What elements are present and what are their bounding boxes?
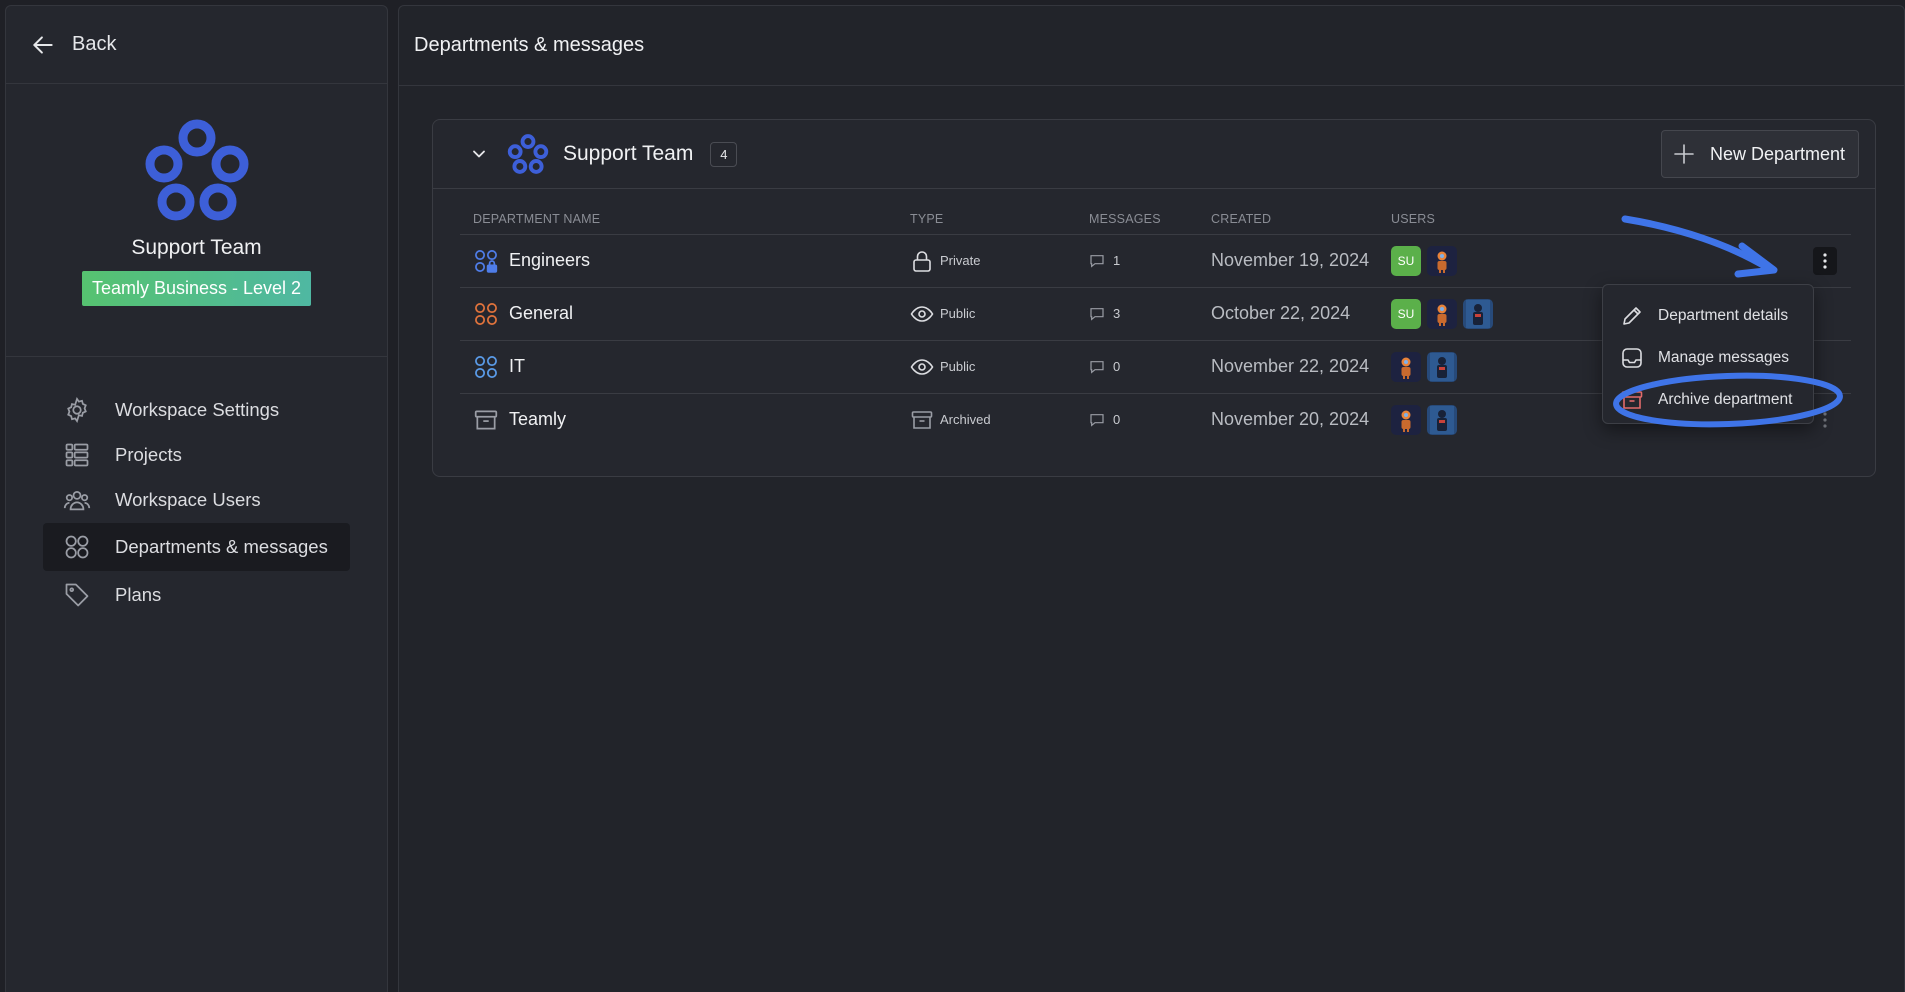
- archive-icon: [911, 410, 933, 429]
- message-icon: [1090, 360, 1104, 374]
- department-type: Public: [940, 306, 976, 321]
- column-header: DEPARTMENT NAME: [460, 204, 897, 235]
- more-vertical-icon: [1823, 252, 1827, 269]
- department-name: Teamly: [509, 409, 567, 430]
- sidebar-item-label: Workspace Users: [115, 488, 261, 510]
- table-row[interactable]: Engineers Private 1 November 19, 2024 SU: [460, 234, 1851, 288]
- main-panel: Departments & messages Support Team 4 Ne…: [398, 5, 1905, 992]
- robot-avatar[interactable]: [1427, 245, 1457, 276]
- message-count: 1: [1113, 253, 1121, 268]
- chevron-down-icon[interactable]: [469, 144, 489, 164]
- back-button[interactable]: Back: [6, 6, 387, 84]
- menu-item-department-details[interactable]: Department details: [1603, 295, 1813, 337]
- sidebar-item-label: Departments & messages: [115, 536, 328, 557]
- new-department-button[interactable]: New Department: [1661, 130, 1859, 178]
- tag-icon: [65, 583, 89, 606]
- sidebar-nav: Workspace Settings Projects Workspace Us…: [6, 357, 387, 617]
- team-info: Support Team Teamly Business - Level 2: [6, 84, 387, 357]
- department-count-badge: 4: [710, 141, 738, 167]
- message-count: 0: [1113, 359, 1121, 374]
- department-icon: [475, 302, 497, 325]
- menu-item-label: Manage messages: [1658, 349, 1789, 366]
- message-icon: [1090, 413, 1104, 427]
- department-type: Private: [940, 253, 981, 268]
- sidebar-item-projects[interactable]: Projects: [43, 432, 350, 477]
- created-date: November 20, 2024: [1211, 409, 1370, 430]
- astronaut-avatar[interactable]: [1463, 298, 1493, 329]
- team-card-header: Support Team 4 New Department: [433, 120, 1875, 189]
- menu-item-manage-messages[interactable]: Manage messages: [1603, 337, 1813, 379]
- message-icon: [1090, 307, 1104, 321]
- eye-icon: [910, 358, 934, 375]
- grid-icon: [65, 535, 89, 559]
- row-menu-button[interactable]: [1813, 246, 1837, 275]
- menu-item-archive-department[interactable]: Archive department: [1603, 379, 1813, 421]
- menu-item-label: Archive department: [1658, 391, 1793, 408]
- sidebar-item-workspace-users[interactable]: Workspace Users: [43, 477, 350, 522]
- list-icon: [65, 443, 89, 466]
- arrow-left-icon: [33, 35, 53, 54]
- page-title: Departments & messages: [414, 34, 645, 56]
- lock-icon: [913, 250, 931, 272]
- inbox-icon: [1622, 348, 1642, 368]
- column-header: CREATED: [1198, 204, 1378, 235]
- department-icon: [475, 355, 497, 378]
- row-actions-menu: Department details Manage messages Archi…: [1602, 284, 1814, 424]
- team-name: Support Team: [131, 236, 262, 259]
- pencil-icon: [1623, 307, 1641, 325]
- created-date: November 19, 2024: [1211, 250, 1370, 270]
- robot-avatar-icon: [1437, 304, 1447, 326]
- gear-icon: [67, 396, 87, 423]
- more-vertical-icon: [1823, 412, 1827, 428]
- robot-avatar[interactable]: [1427, 298, 1457, 329]
- robot-avatar[interactable]: [1391, 404, 1421, 435]
- message-icon: [1090, 254, 1104, 268]
- column-header: MESSAGES: [1076, 204, 1198, 235]
- team-logo-icon: [507, 134, 549, 174]
- sidebar: Back Support Team Teamly Business - Leve…: [5, 5, 388, 992]
- astronaut-avatar-icon: [1430, 352, 1454, 381]
- sidebar-item-plans[interactable]: Plans: [43, 572, 350, 617]
- robot-avatar-icon: [1401, 410, 1411, 432]
- robot-avatar-icon: [1401, 357, 1411, 379]
- astronaut-avatar-icon: [1466, 299, 1490, 328]
- new-department-label: New Department: [1710, 143, 1846, 164]
- department-type: Archived: [940, 412, 991, 428]
- robot-avatar[interactable]: [1391, 351, 1421, 382]
- column-header: USERS: [1378, 204, 1851, 235]
- department-type: Public: [940, 359, 976, 374]
- team-card-title: Support Team: [563, 142, 694, 165]
- message-count: 3: [1113, 306, 1121, 321]
- row-menu-button[interactable]: [1813, 406, 1837, 434]
- eye-icon: [910, 305, 934, 322]
- page-header: Departments & messages: [399, 6, 1904, 86]
- sidebar-item-label: Projects: [115, 443, 182, 465]
- menu-item-label: Department details: [1658, 307, 1789, 324]
- archive-icon: [474, 410, 498, 430]
- department-name: IT: [509, 356, 525, 376]
- astronaut-avatar[interactable]: [1427, 351, 1457, 382]
- sidebar-item-workspace-settings[interactable]: Workspace Settings: [43, 387, 350, 432]
- department-name: Engineers: [509, 250, 591, 270]
- sidebar-item-label: Plans: [115, 583, 162, 605]
- created-date: November 22, 2024: [1211, 356, 1370, 376]
- created-date: October 22, 2024: [1211, 303, 1351, 323]
- avatar[interactable]: SU: [1391, 245, 1421, 276]
- private-department-icon: [475, 249, 498, 273]
- back-label: Back: [72, 33, 117, 55]
- users-icon: [63, 490, 91, 510]
- sidebar-item-departments[interactable]: Departments & messages: [43, 523, 350, 571]
- archive-icon: [1621, 391, 1643, 409]
- astronaut-avatar[interactable]: [1427, 404, 1457, 435]
- plus-icon: [1674, 144, 1694, 164]
- robot-avatar-icon: [1437, 251, 1447, 273]
- plan-badge: Teamly Business - Level 2: [81, 271, 312, 306]
- message-count: 0: [1113, 412, 1121, 428]
- sidebar-item-label: Workspace Settings: [115, 398, 280, 420]
- astronaut-avatar-icon: [1430, 405, 1454, 434]
- column-header: TYPE: [897, 204, 1076, 235]
- department-name: General: [509, 303, 574, 323]
- team-logo-icon: [145, 119, 248, 221]
- avatar[interactable]: SU: [1391, 298, 1421, 329]
